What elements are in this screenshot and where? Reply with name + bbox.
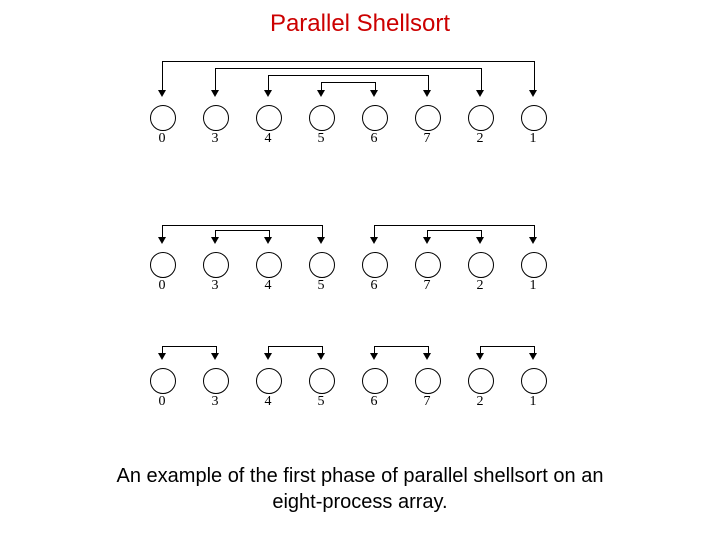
node-label: 7	[415, 394, 439, 410]
node-label: 3	[203, 394, 227, 410]
process-node	[468, 252, 494, 278]
process-node	[256, 368, 282, 394]
node-label: 2	[468, 278, 492, 294]
stage-2: 03456721	[150, 210, 570, 288]
node-label: 4	[256, 131, 280, 147]
process-node	[521, 105, 547, 131]
node-label: 4	[256, 278, 280, 294]
arc-zone	[150, 210, 570, 238]
node-label: 6	[362, 278, 386, 294]
process-node	[521, 252, 547, 278]
caption: An example of the first phase of paralle…	[0, 463, 720, 515]
stage-3: 03456721	[150, 330, 570, 404]
process-node	[203, 252, 229, 278]
process-node	[150, 368, 176, 394]
process-node	[203, 105, 229, 131]
process-node	[362, 105, 388, 131]
node-label: 7	[415, 278, 439, 294]
node-label: 1	[521, 131, 545, 147]
arc-zone	[150, 55, 570, 91]
process-node	[309, 105, 335, 131]
process-node	[468, 368, 494, 394]
node-row: 03456721	[150, 91, 570, 141]
process-node	[309, 252, 335, 278]
node-row: 03456721	[150, 238, 570, 288]
node-label: 6	[362, 394, 386, 410]
stage-1: 03456721	[150, 55, 570, 141]
process-node	[309, 368, 335, 394]
process-node	[256, 105, 282, 131]
node-label: 7	[415, 131, 439, 147]
caption-line-2: eight-process array.	[272, 491, 447, 513]
process-node	[415, 252, 441, 278]
node-label: 5	[309, 278, 333, 294]
node-label: 2	[468, 394, 492, 410]
process-node	[415, 105, 441, 131]
process-node	[362, 252, 388, 278]
node-label: 5	[309, 131, 333, 147]
page-title: Parallel Shellsort	[0, 0, 720, 38]
node-label: 0	[150, 278, 174, 294]
node-label: 4	[256, 394, 280, 410]
node-label: 0	[150, 394, 174, 410]
node-label: 2	[468, 131, 492, 147]
process-node	[256, 252, 282, 278]
process-node	[150, 252, 176, 278]
process-node	[150, 105, 176, 131]
process-node	[468, 105, 494, 131]
node-label: 3	[203, 278, 227, 294]
caption-line-1: An example of the first phase of paralle…	[117, 465, 604, 487]
arc-zone	[150, 330, 570, 354]
process-node	[521, 368, 547, 394]
node-label: 6	[362, 131, 386, 147]
node-label: 3	[203, 131, 227, 147]
node-label: 0	[150, 131, 174, 147]
process-node	[362, 368, 388, 394]
node-row: 03456721	[150, 354, 570, 404]
node-label: 1	[521, 278, 545, 294]
node-label: 5	[309, 394, 333, 410]
process-node	[203, 368, 229, 394]
process-node	[415, 368, 441, 394]
node-label: 1	[521, 394, 545, 410]
